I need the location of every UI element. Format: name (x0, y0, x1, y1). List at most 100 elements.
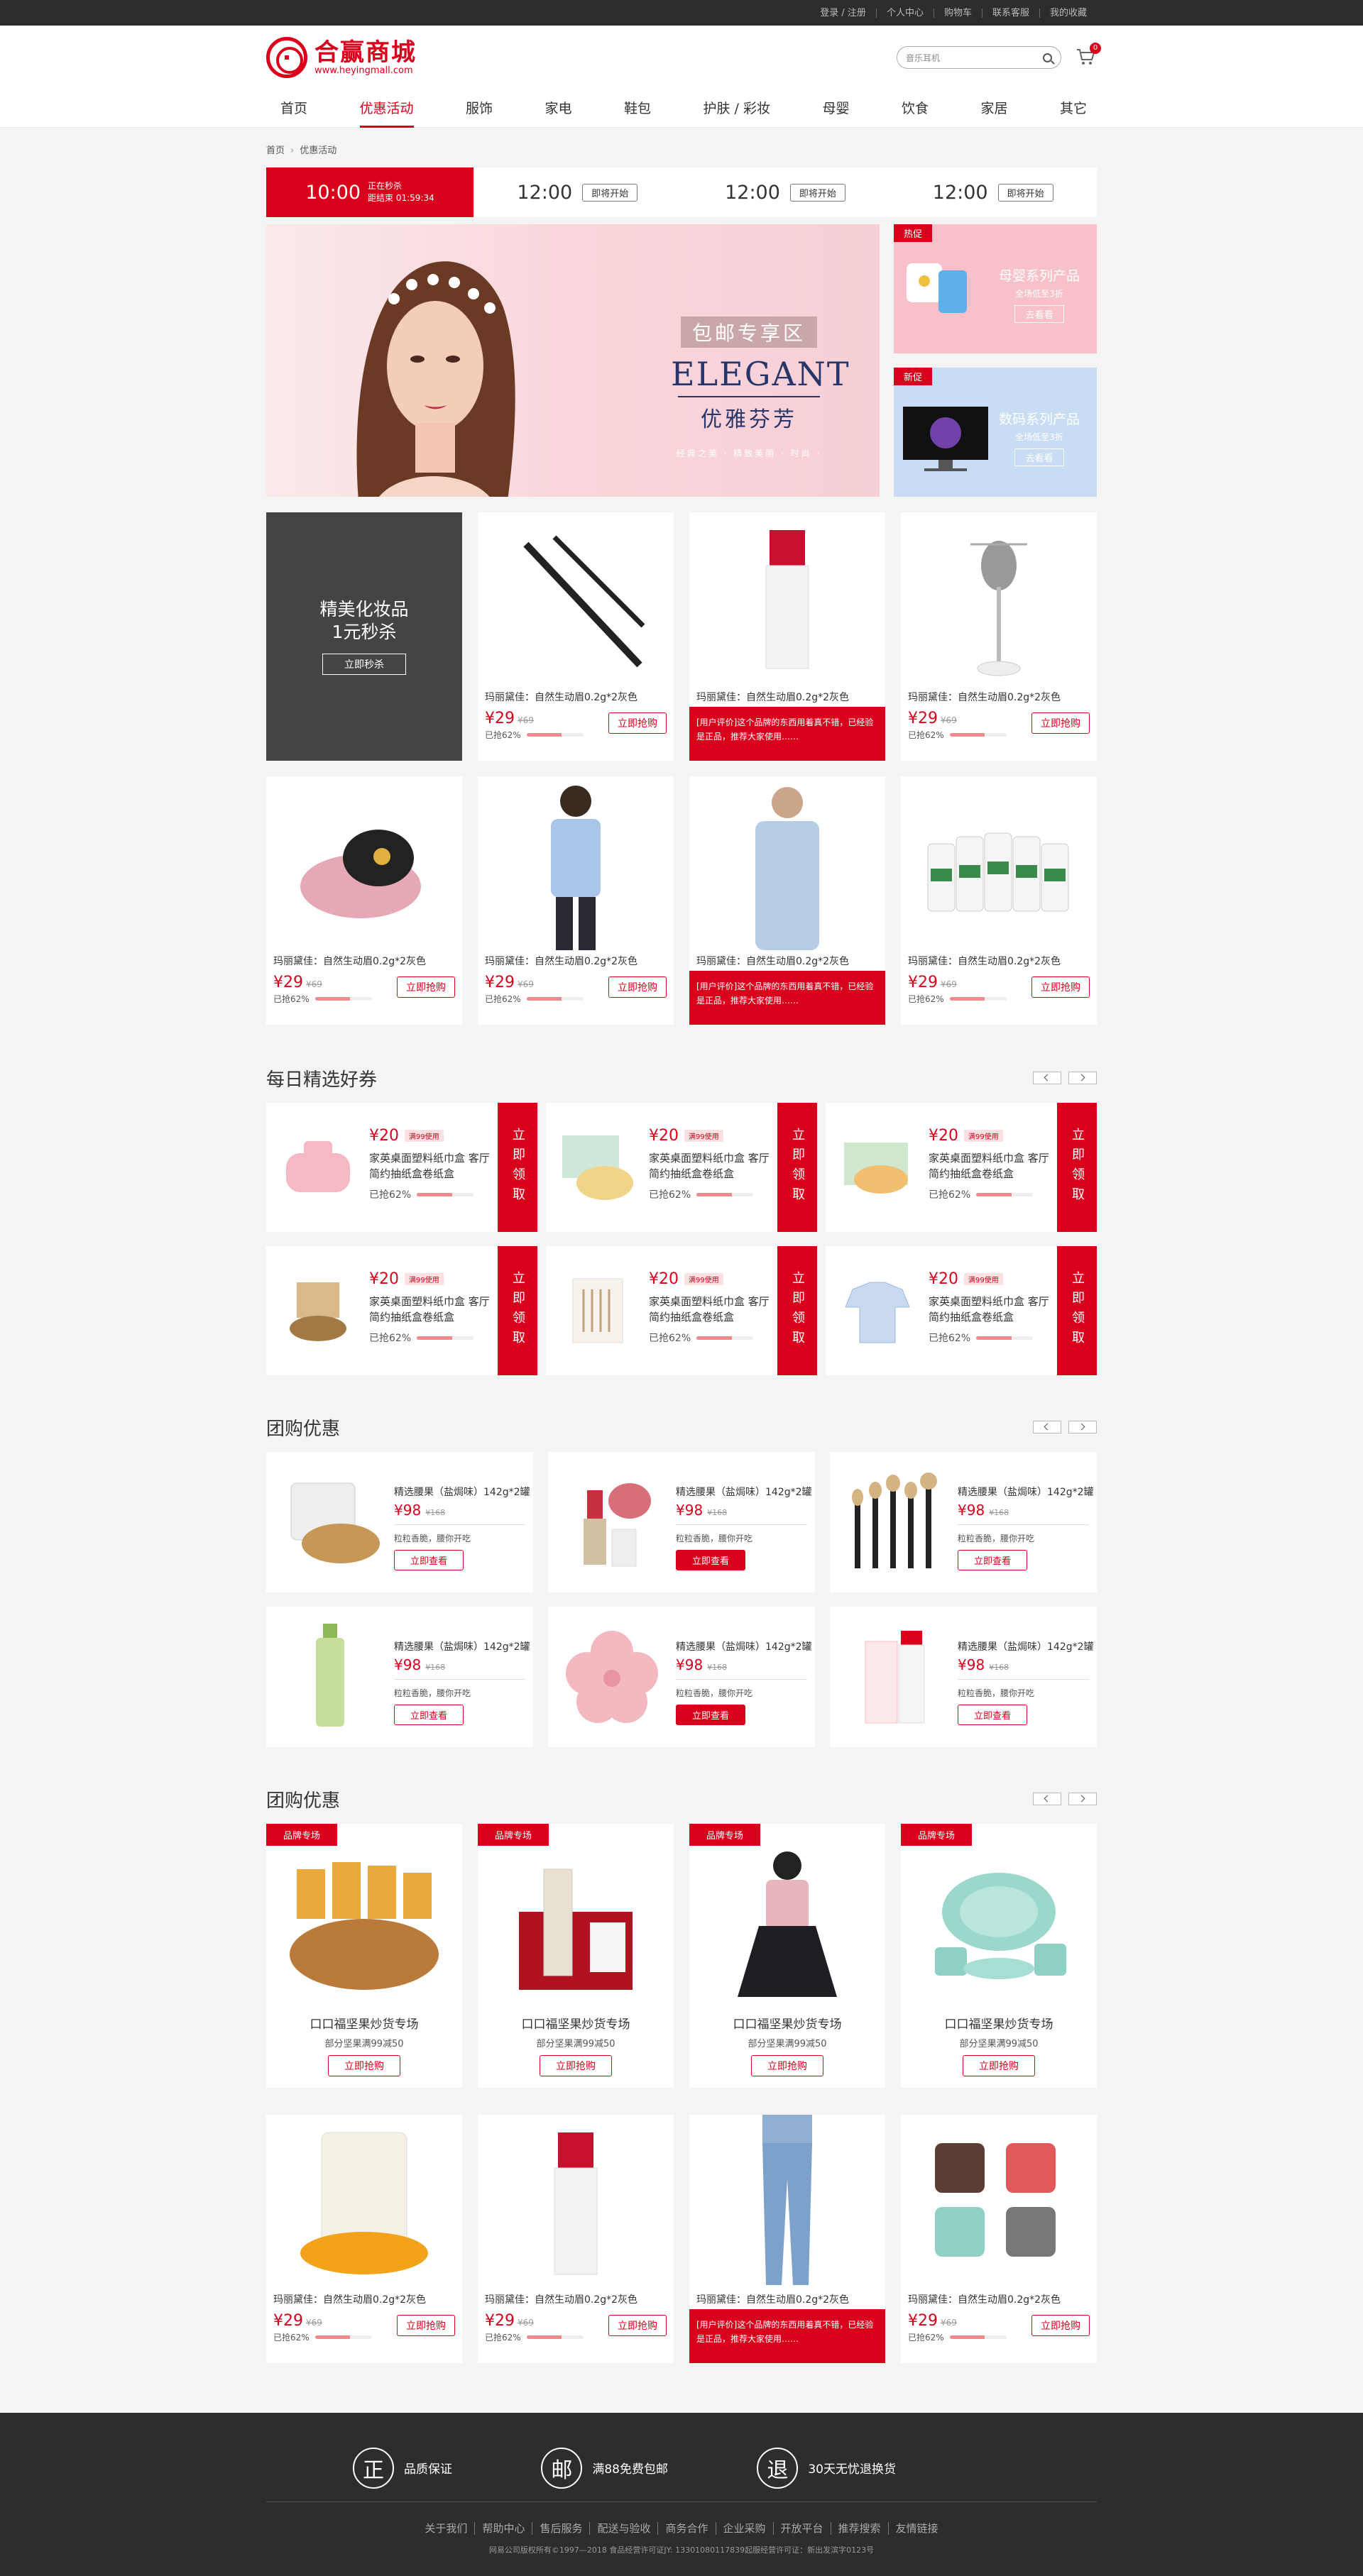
view-now-button[interactable]: 立即查看 (394, 1705, 464, 1725)
view-now-button[interactable]: 立即查看 (958, 1705, 1028, 1725)
side-view-button[interactable]: 去看看 (1014, 448, 1064, 466)
buy-now-button[interactable]: 立即抢购 (397, 976, 455, 998)
coupon-card[interactable]: ¥20 满99使用 家英桌面塑料纸巾盒 客厅简约抽纸盒卷纸盒 已抢62% 立即领取 (826, 1103, 1097, 1232)
claim-coupon-button[interactable]: 立即领取 (498, 1246, 537, 1375)
view-now-button[interactable]: 立即查看 (676, 1705, 746, 1725)
claim-coupon-button[interactable]: 立即领取 (498, 1103, 537, 1232)
nav-item-food[interactable]: 饮食 (902, 89, 929, 128)
footer-link[interactable]: 帮助中心 (474, 2522, 532, 2535)
product-card[interactable]: 玛丽黛佳：自然生动眉0.2g*2灰色 ¥29 ¥69 已抢62% 立即抢购 (478, 512, 674, 761)
flash-status-button[interactable]: 即将开始 (997, 183, 1053, 202)
group-card[interactable]: 精选腰果（盐焗味）142g*2罐 ¥98 ¥168 粒粒香脆，腰你开吃 立即查看 (830, 1452, 1097, 1592)
flash-status-button[interactable]: 即将开始 (582, 183, 638, 202)
claim-coupon-button[interactable]: 立即领取 (1057, 1103, 1097, 1232)
nav-item-shoes-bags[interactable]: 鞋包 (624, 89, 651, 128)
coupon-card[interactable]: ¥20 满99使用 家英桌面塑料纸巾盒 客厅简约抽纸盒卷纸盒 已抢62% 立即领取 (546, 1103, 817, 1232)
product-card[interactable]: 玛丽黛佳：自然生动眉0.2g*2灰色 ¥29 ¥69 已抢62% 立即抢购 (901, 512, 1097, 761)
coupon-card[interactable]: ¥20 满99使用 家英桌面塑料纸巾盒 客厅简约抽纸盒卷纸盒 已抢62% 立即领取 (266, 1246, 537, 1375)
claim-coupon-button[interactable]: 立即领取 (1057, 1246, 1097, 1375)
nav-item-cosmetics[interactable]: 护肤 / 彩妆 (704, 89, 770, 128)
view-now-button[interactable]: 立即查看 (394, 1550, 464, 1570)
group-card[interactable]: 精选腰果（盐焗味）142g*2罐 ¥98 ¥168 粒粒香脆，腰你开吃 立即查看 (548, 1607, 815, 1747)
main-banner[interactable]: 包邮专享区 ELEGANT 优雅芬芳 经典之美 · 精致美丽 · 时尚 · (266, 224, 880, 497)
cart-link[interactable]: 购物车 (933, 8, 982, 18)
buy-now-button[interactable]: 立即抢购 (397, 2315, 455, 2336)
cosmetics-flash-promo[interactable]: 精美化妆品 1元秒杀 立即秒杀 (266, 512, 462, 761)
buy-now-button[interactable]: 立即抢购 (540, 2055, 612, 2076)
product-card[interactable]: 玛丽黛佳：自然生动眉0.2g*2灰色 [用户评价]这个品牌的东西用着真不错，已经… (689, 512, 885, 761)
nav-item-appliances[interactable]: 家电 (545, 89, 572, 128)
prev-arrow-button[interactable] (1033, 1421, 1061, 1433)
search-icon[interactable] (1043, 53, 1052, 62)
side-view-button[interactable]: 去看看 (1014, 305, 1064, 323)
coupon-card[interactable]: ¥20 满99使用 家英桌面塑料纸巾盒 客厅简约抽纸盒卷纸盒 已抢62% 立即领取 (826, 1246, 1097, 1375)
nav-item-baby[interactable]: 母婴 (822, 89, 849, 128)
next-arrow-button[interactable] (1068, 1793, 1097, 1805)
next-arrow-button[interactable] (1068, 1421, 1097, 1433)
logo[interactable]: 合赢商城 www.heyingmall.com (266, 37, 417, 78)
group-card[interactable]: 精选腰果（盐焗味）142g*2罐 ¥98 ¥168 粒粒香脆，腰你开吃 立即查看 (266, 1452, 533, 1592)
footer-link[interactable]: 关于我们 (417, 2522, 474, 2535)
flash-status-button[interactable]: 即将开始 (789, 183, 845, 202)
footer-link[interactable]: 配送与验收 (589, 2522, 658, 2535)
product-card[interactable]: 玛丽黛佳：自然生动眉0.2g*2灰色 [用户评价]这个品牌的东西用着真不错，已经… (689, 776, 885, 1025)
footer-link[interactable]: 售后服务 (532, 2522, 590, 2535)
product-card[interactable]: 玛丽黛佳：自然生动眉0.2g*2灰色 ¥29 ¥69 已抢62% 立即抢购 (478, 776, 674, 1025)
footer-link[interactable]: 友情链接 (887, 2522, 946, 2535)
user-center-link[interactable]: 个人中心 (875, 8, 934, 18)
product-card[interactable]: 玛丽黛佳：自然生动眉0.2g*2灰色 ¥29 ¥69 已抢62% 立即抢购 (901, 2115, 1097, 2363)
flash-buy-button[interactable]: 立即秒杀 (322, 654, 406, 675)
side-promo-baby[interactable]: 热促 母婴系列产品 全场低至3折 去看看 (894, 224, 1097, 353)
nav-item-home-living[interactable]: 家居 (980, 89, 1007, 128)
prev-arrow-button[interactable] (1033, 1793, 1061, 1805)
customer-service-link[interactable]: 联系客服 (981, 8, 1039, 18)
footer-link[interactable]: 推荐搜索 (830, 2522, 888, 2535)
coupon-card[interactable]: ¥20 满99使用 家英桌面塑料纸巾盒 客厅简约抽纸盒卷纸盒 已抢62% 立即领取 (266, 1103, 537, 1232)
brand-card[interactable]: 品牌专场 口口福坚果炒货专场 部分坚果满99减50 立即抢购 (478, 1824, 674, 2088)
next-arrow-button[interactable] (1068, 1072, 1097, 1084)
brand-card[interactable]: 品牌专场 口口福坚果炒货专场 部分坚果满99减50 立即抢购 (689, 1824, 885, 2088)
group-card[interactable]: 精选腰果（盐焗味）142g*2罐 ¥98 ¥168 粒粒香脆，腰你开吃 立即查看 (266, 1607, 533, 1747)
brand-card[interactable]: 品牌专场 口口福坚果炒货专场 部分坚果满99减50 立即抢购 (266, 1824, 462, 2088)
favorites-link[interactable]: 我的收藏 (1039, 8, 1097, 18)
nav-item-home[interactable]: 首页 (280, 89, 307, 128)
buy-now-button[interactable]: 立即抢购 (1031, 712, 1090, 734)
brand-card[interactable]: 品牌专场 口口福坚果炒货专场 部分坚果满99减50 立即抢购 (901, 1824, 1097, 2088)
buy-now-button[interactable]: 立即抢购 (1031, 2315, 1090, 2336)
side-promo-digital[interactable]: 新促 数码系列产品 全场低至3折 去看看 (894, 368, 1097, 497)
cart-button[interactable]: 0 (1075, 43, 1101, 68)
nav-item-promotions[interactable]: 优惠活动 (359, 89, 414, 128)
product-card[interactable]: 玛丽黛佳：自然生动眉0.2g*2灰色 ¥29 ¥69 已抢62% 立即抢购 (266, 776, 462, 1025)
breadcrumb-home[interactable]: 首页 (266, 145, 285, 156)
group-card[interactable]: 精选腰果（盐焗味）142g*2罐 ¥98 ¥168 粒粒香脆，腰你开吃 立即查看 (830, 1607, 1097, 1747)
nav-item-apparel[interactable]: 服饰 (466, 89, 493, 128)
flash-slot[interactable]: 12:00 即将开始 (682, 167, 889, 217)
footer-link[interactable]: 企业采购 (715, 2522, 773, 2535)
buy-now-button[interactable]: 立即抢购 (963, 2055, 1035, 2076)
flash-slot-active[interactable]: 10:00 正在秒杀 距结束 01:59:34 (266, 167, 474, 217)
buy-now-button[interactable]: 立即抢购 (751, 2055, 823, 2076)
claim-coupon-button[interactable]: 立即领取 (777, 1246, 817, 1375)
footer-link[interactable]: 商务合作 (657, 2522, 716, 2535)
group-card[interactable]: 精选腰果（盐焗味）142g*2罐 ¥98 ¥168 粒粒香脆，腰你开吃 立即查看 (548, 1452, 815, 1592)
buy-now-button[interactable]: 立即抢购 (328, 2055, 400, 2076)
product-card[interactable]: 玛丽黛佳：自然生动眉0.2g*2灰色 ¥29 ¥69 已抢62% 立即抢购 (901, 776, 1097, 1025)
claim-coupon-button[interactable]: 立即领取 (777, 1103, 817, 1232)
buy-now-button[interactable]: 立即抢购 (608, 712, 667, 734)
coupon-card[interactable]: ¥20 满99使用 家英桌面塑料纸巾盒 客厅简约抽纸盒卷纸盒 已抢62% 立即领取 (546, 1246, 817, 1375)
nav-item-other[interactable]: 其它 (1060, 89, 1087, 128)
search-input[interactable]: 音乐耳机 (897, 46, 1061, 69)
view-now-button[interactable]: 立即查看 (676, 1550, 746, 1570)
login-register-link[interactable]: 登录 / 注册 (810, 9, 876, 18)
product-card[interactable]: 玛丽黛佳：自然生动眉0.2g*2灰色 ¥29 ¥69 已抢62% 立即抢购 (478, 2115, 674, 2363)
flash-slot[interactable]: 12:00 即将开始 (474, 167, 682, 217)
buy-now-button[interactable]: 立即抢购 (608, 976, 667, 998)
flash-slot[interactable]: 12:00 即将开始 (889, 167, 1097, 217)
view-now-button[interactable]: 立即查看 (958, 1550, 1028, 1570)
product-card[interactable]: 玛丽黛佳：自然生动眉0.2g*2灰色 ¥29 ¥69 已抢62% 立即抢购 (266, 2115, 462, 2363)
buy-now-button[interactable]: 立即抢购 (608, 2315, 667, 2336)
prev-arrow-button[interactable] (1033, 1072, 1061, 1084)
footer-link[interactable]: 开放平台 (772, 2522, 831, 2535)
product-card[interactable]: 玛丽黛佳：自然生动眉0.2g*2灰色 [用户评价]这个品牌的东西用着真不错，已经… (689, 2115, 885, 2363)
buy-now-button[interactable]: 立即抢购 (1031, 976, 1090, 998)
